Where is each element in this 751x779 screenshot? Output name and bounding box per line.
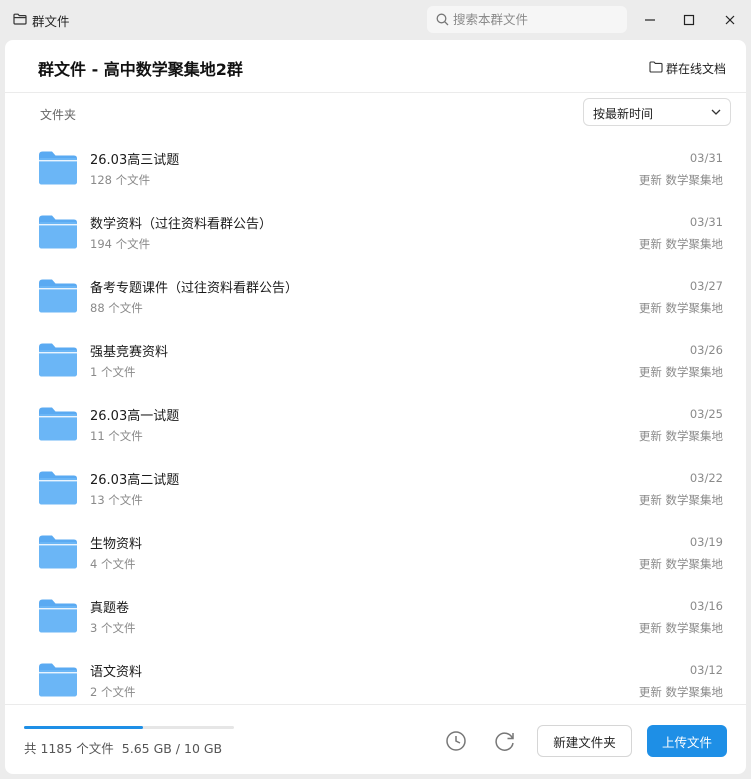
folder-date: 03/27 <box>689 279 723 293</box>
storage-usage: 5.65 GB / 10 GB <box>121 741 223 756</box>
clock-icon <box>446 731 466 751</box>
folder-name: 数学资料（过往资料看群公告） <box>90 217 273 232</box>
folder-outline-icon <box>649 61 663 73</box>
folder-updated-by: 更新 数学聚集地 <box>638 493 723 507</box>
close-button[interactable] <box>718 8 742 32</box>
folder-date: 03/22 <box>689 471 723 485</box>
search-box[interactable] <box>427 6 627 33</box>
folder-date: 03/31 <box>689 151 723 165</box>
folder-file-count: 11 个文件 <box>90 429 143 443</box>
folder-updated-by: 更新 数学聚集地 <box>638 365 723 379</box>
folder-date: 03/31 <box>689 215 723 229</box>
maximize-button[interactable] <box>677 8 701 32</box>
title-bar: 群文件 <box>0 0 751 40</box>
folder-updated-by: 更新 数学聚集地 <box>638 557 723 571</box>
folder-file-count: 128 个文件 <box>90 173 151 187</box>
folder-icon <box>39 151 77 185</box>
page-title: 群文件 - 高中数学聚集地2群 <box>38 60 243 79</box>
folder-file-count: 4 个文件 <box>90 557 136 571</box>
header-divider <box>5 92 746 93</box>
folder-updated-by: 更新 数学聚集地 <box>638 173 723 187</box>
minimize-icon <box>645 19 655 21</box>
folder-updated-by: 更新 数学聚集地 <box>638 429 723 443</box>
main-panel: 群文件 - 高中数学聚集地2群 群在线文档 文件夹 按最新时间 26.03高三试… <box>5 40 746 774</box>
folder-file-count: 2 个文件 <box>90 685 136 699</box>
folder-outline-icon <box>13 13 27 25</box>
folder-icon <box>39 663 77 697</box>
window-title: 群文件 <box>32 14 70 29</box>
folder-name: 26.03高三试题 <box>90 153 180 168</box>
folder-name: 26.03高二试题 <box>90 473 180 488</box>
folder-name: 真题卷 <box>90 601 130 616</box>
folder-file-count: 194 个文件 <box>90 237 151 251</box>
storage-progress-bar <box>24 726 234 729</box>
folder-row[interactable]: 26.03高三试题 128 个文件 03/31 更新 数学聚集地 <box>5 136 746 200</box>
folder-name: 强基竞赛资料 <box>90 345 169 360</box>
folder-row[interactable]: 26.03高二试题 13 个文件 03/22 更新 数学聚集地 <box>5 456 746 520</box>
folder-date: 03/25 <box>689 407 723 421</box>
new-folder-button[interactable]: 新建文件夹 <box>537 725 632 757</box>
folder-icon <box>39 599 77 633</box>
folder-file-count: 3 个文件 <box>90 621 136 635</box>
online-docs-button[interactable]: 群在线文档 <box>649 58 726 76</box>
maximize-icon <box>683 14 695 26</box>
folder-row[interactable]: 生物资料 4 个文件 03/19 更新 数学聚集地 <box>5 520 746 584</box>
folder-updated-by: 更新 数学聚集地 <box>638 237 723 251</box>
refresh-button[interactable] <box>492 728 518 754</box>
folder-name: 备考专题课件（过往资料看群公告） <box>90 281 299 296</box>
folder-row[interactable]: 强基竞赛资料 1 个文件 03/26 更新 数学聚集地 <box>5 328 746 392</box>
sort-dropdown[interactable]: 按最新时间 <box>583 98 731 126</box>
section-label: 文件夹 <box>40 108 77 122</box>
search-input[interactable] <box>453 10 621 29</box>
folder-file-count: 88 个文件 <box>90 301 143 315</box>
folder-date: 03/16 <box>689 599 723 613</box>
folder-icon <box>39 215 77 249</box>
folder-row[interactable]: 数学资料（过往资料看群公告） 194 个文件 03/31 更新 数学聚集地 <box>5 200 746 264</box>
folder-icon <box>39 471 77 505</box>
folder-date: 03/19 <box>689 535 723 549</box>
close-icon <box>725 15 735 25</box>
folder-icon <box>39 407 77 441</box>
folder-updated-by: 更新 数学聚集地 <box>638 685 723 699</box>
storage-summary: 共 1185 个文件 5.65 GB / 10 GB <box>24 738 222 757</box>
sort-selected-value: 按最新时间 <box>593 107 654 121</box>
folder-file-count: 1 个文件 <box>90 365 136 379</box>
folder-file-count: 13 个文件 <box>90 493 143 507</box>
folder-row[interactable]: 备考专题课件（过往资料看群公告） 88 个文件 03/27 更新 数学聚集地 <box>5 264 746 328</box>
chevron-down-icon <box>711 109 721 115</box>
folder-row[interactable]: 26.03高一试题 11 个文件 03/25 更新 数学聚集地 <box>5 392 746 456</box>
history-button[interactable] <box>443 728 469 754</box>
folder-row[interactable]: 语文资料 2 个文件 03/12 更新 数学聚集地 <box>5 648 746 704</box>
folder-icon <box>39 535 77 569</box>
online-docs-label: 群在线文档 <box>665 62 726 76</box>
folder-icon <box>39 343 77 377</box>
storage-progress-fill <box>24 726 143 729</box>
folder-icon <box>39 279 77 313</box>
folder-row[interactable]: 真题卷 3 个文件 03/16 更新 数学聚集地 <box>5 584 746 648</box>
footer-divider <box>5 704 746 705</box>
folder-date: 03/12 <box>689 663 723 677</box>
folder-date: 03/26 <box>689 343 723 357</box>
minimize-button[interactable] <box>638 8 662 32</box>
upload-button[interactable]: 上传文件 <box>647 725 727 757</box>
folder-updated-by: 更新 数学聚集地 <box>638 621 723 635</box>
folder-name: 语文资料 <box>90 665 143 680</box>
total-files-count: 共 1185 个文件 <box>24 741 114 756</box>
folder-name: 生物资料 <box>90 537 143 552</box>
refresh-icon <box>495 732 514 751</box>
folder-name: 26.03高一试题 <box>90 409 180 424</box>
search-icon <box>436 13 449 26</box>
folder-updated-by: 更新 数学聚集地 <box>638 301 723 315</box>
folder-list: 26.03高三试题 128 个文件 03/31 更新 数学聚集地 数学资料（过往… <box>5 136 746 704</box>
